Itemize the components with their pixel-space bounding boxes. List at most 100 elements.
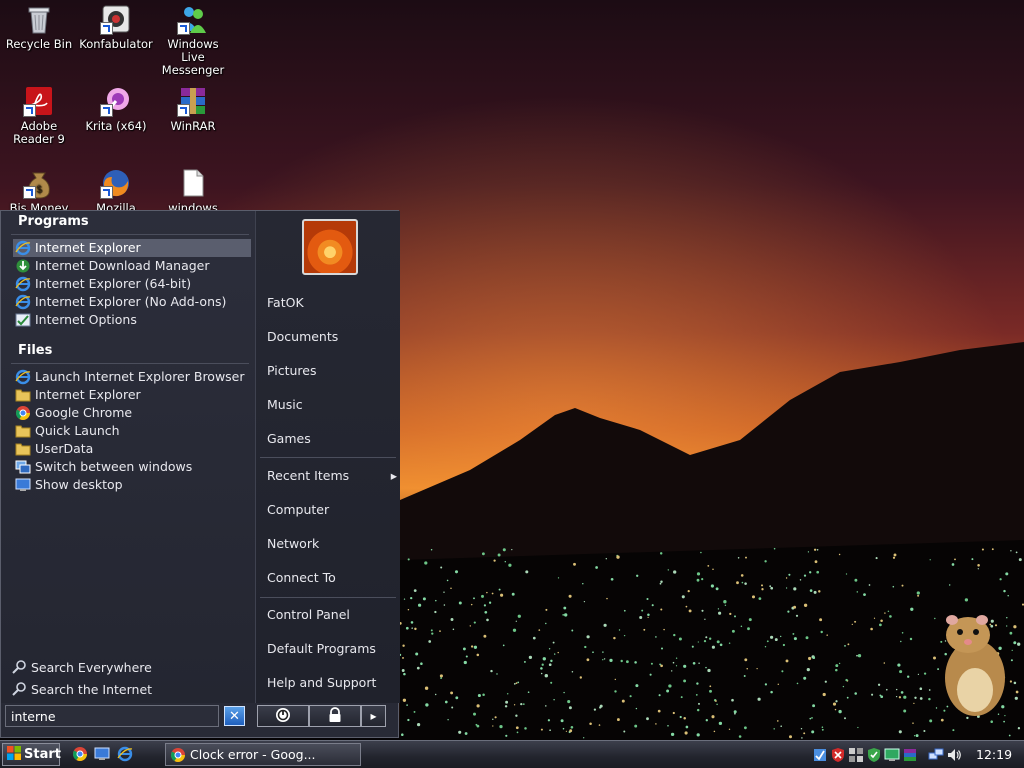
clear-search-button[interactable]: ✕ — [224, 706, 245, 726]
city-light — [774, 638, 778, 642]
tray-archive-icon[interactable] — [902, 747, 918, 763]
menu-item-label: Internet Options — [35, 312, 137, 327]
city-light — [403, 672, 406, 676]
city-light — [440, 566, 443, 569]
desktop-icon-adobe-reader[interactable]: Adobe Reader 9 — [0, 85, 78, 146]
city-light — [513, 683, 516, 685]
network-icon[interactable] — [928, 747, 944, 763]
link-connect-to[interactable]: Connect To — [267, 568, 395, 588]
city-light — [1013, 681, 1017, 685]
city-light — [821, 728, 824, 731]
program-internet-explorer-64[interactable]: Internet Explorer (64-bit) — [13, 275, 251, 293]
file-internet-explorer-folder[interactable]: Internet Explorer — [13, 386, 251, 404]
file-userdata[interactable]: UserData — [13, 440, 251, 458]
lock-button[interactable] — [309, 705, 361, 727]
desktop-icon-label: WinRAR — [170, 119, 216, 133]
ie-icon[interactable] — [117, 746, 133, 762]
city-light — [464, 732, 468, 735]
desktop-icon-krita[interactable]: Krita (x64) — [77, 85, 155, 133]
city-light — [746, 667, 748, 670]
city-light — [483, 604, 486, 607]
desktop-icon-konfabulator[interactable]: Konfabulator — [77, 3, 155, 51]
city-light — [793, 637, 797, 641]
shortcut-arrow-icon — [100, 186, 113, 199]
program-internet-download-manager[interactable]: Internet Download Manager — [13, 257, 251, 275]
city-light — [550, 681, 553, 684]
city-light — [687, 589, 690, 593]
city-light — [697, 641, 699, 643]
city-light — [440, 677, 443, 680]
city-light — [803, 603, 808, 607]
city-light — [838, 553, 841, 556]
city-light — [997, 713, 1000, 716]
right-divider — [260, 597, 396, 598]
city-light — [892, 585, 895, 588]
city-light — [709, 689, 712, 693]
file-switch-between-windows[interactable]: Switch between windows — [13, 458, 251, 476]
volume-icon[interactable] — [946, 747, 962, 763]
city-light — [705, 636, 708, 639]
link-documents[interactable]: Documents — [267, 327, 395, 347]
link-games[interactable]: Games — [267, 429, 395, 449]
start-search-input[interactable] — [5, 705, 219, 727]
city-light — [520, 702, 523, 706]
city-light — [595, 566, 598, 569]
city-light — [547, 719, 551, 722]
file-show-desktop[interactable]: Show desktop — [13, 476, 251, 494]
chrome-icon[interactable] — [72, 746, 88, 762]
city-light — [885, 688, 888, 691]
desktop-icon-bis-money[interactable]: $ Bis Money — [0, 167, 78, 215]
city-light — [990, 619, 994, 623]
city-light — [723, 600, 727, 604]
link-control-panel[interactable]: Control Panel — [267, 605, 395, 625]
link-computer[interactable]: Computer — [267, 500, 395, 520]
city-light — [816, 570, 820, 574]
city-light — [756, 667, 758, 670]
city-light — [482, 693, 485, 696]
city-light — [758, 597, 762, 600]
link-fatok[interactable]: FatOK — [267, 293, 395, 313]
program-internet-explorer[interactable]: Internet Explorer — [13, 239, 251, 257]
user-avatar[interactable] — [302, 219, 358, 275]
desktop-icon-winrar[interactable]: WinRAR — [154, 85, 232, 133]
file-google-chrome[interactable]: Google Chrome — [13, 404, 251, 422]
tray-update-icon[interactable] — [812, 747, 828, 763]
link-music[interactable]: Music — [267, 395, 395, 415]
show-desktop-icon[interactable] — [94, 746, 110, 762]
file-quick-launch[interactable]: Quick Launch — [13, 422, 251, 440]
city-light — [954, 558, 956, 561]
city-light — [809, 717, 812, 720]
link-pictures[interactable]: Pictures — [267, 361, 395, 381]
files-list: Launch Internet Explorer Browser Interne… — [13, 368, 251, 494]
start-button[interactable]: Start — [2, 743, 61, 766]
program-internet-explorer-no-addons[interactable]: Internet Explorer (No Add-ons) — [13, 293, 251, 311]
file-launch-internet-explorer[interactable]: Launch Internet Explorer Browser — [13, 368, 251, 386]
link-network[interactable]: Network — [267, 534, 395, 554]
clock[interactable]: 12:19 — [976, 747, 1012, 762]
city-light — [649, 673, 652, 676]
city-light — [522, 703, 525, 705]
search-everywhere-link[interactable]: Search Everywhere — [11, 659, 152, 675]
tray-display-icon[interactable] — [884, 747, 900, 763]
city-light — [728, 642, 731, 644]
city-light — [586, 635, 590, 639]
search-internet-link[interactable]: Search the Internet — [11, 681, 152, 697]
city-light — [737, 557, 740, 559]
shutdown-button[interactable] — [257, 705, 309, 727]
menu-item-label: Switch between windows — [35, 459, 193, 474]
desktop-icon-windows-live-messenger[interactable]: Windows Live Messenger — [154, 3, 232, 77]
tray-security-alert-icon[interactable] — [830, 747, 846, 763]
power-options-button[interactable]: ▸ — [361, 705, 386, 727]
tray-shield-icon[interactable] — [866, 747, 882, 763]
desktop-icon-recycle-bin[interactable]: Recycle Bin — [0, 3, 78, 51]
city-light — [715, 587, 719, 591]
tray-grid-icon[interactable] — [848, 747, 864, 763]
city-light — [822, 692, 826, 697]
city-light — [856, 654, 858, 657]
link-recent-items[interactable]: Recent Items ▸ — [267, 466, 397, 486]
desktop-icon-mozilla[interactable]: Mozilla — [77, 167, 155, 215]
program-internet-options[interactable]: Internet Options — [13, 311, 251, 329]
taskbar-window-button[interactable]: Clock error - Goog... — [165, 743, 361, 766]
link-help-and-support[interactable]: Help and Support — [267, 673, 395, 693]
link-default-programs[interactable]: Default Programs — [267, 639, 395, 659]
